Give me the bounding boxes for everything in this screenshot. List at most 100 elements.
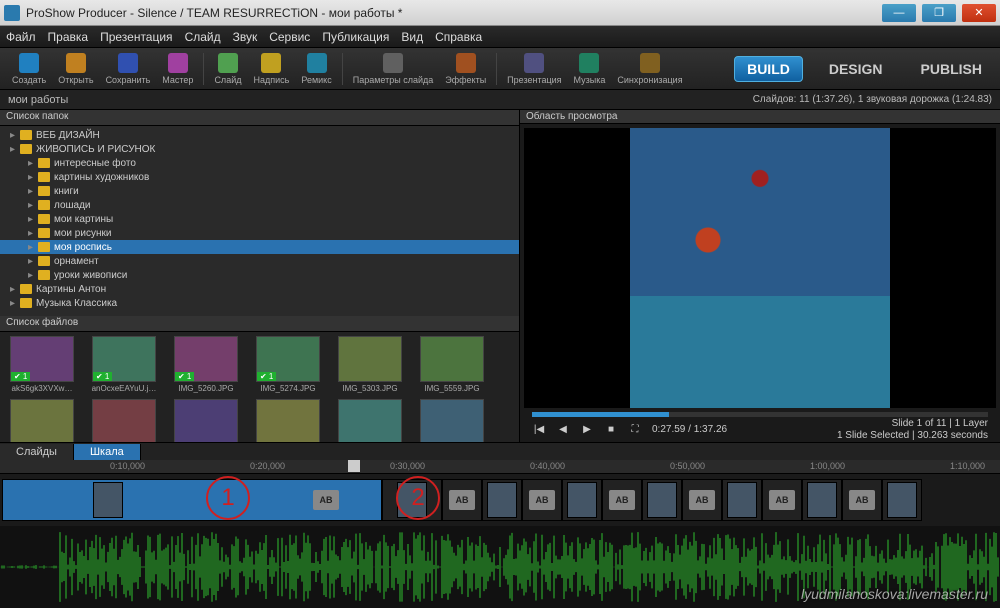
tree-item[interactable]: ▸ Музыка Классика bbox=[0, 296, 519, 310]
expand-icon[interactable]: ▸ bbox=[28, 158, 38, 169]
tree-label: Картины Антон bbox=[36, 284, 106, 295]
used-badge: ✔ 1 bbox=[257, 372, 276, 381]
tb-Открыть[interactable]: Открыть bbox=[52, 51, 99, 87]
expand-icon[interactable]: ▸ bbox=[28, 186, 38, 197]
expand-icon[interactable]: ▸ bbox=[28, 242, 38, 253]
stop-button[interactable]: ■ bbox=[604, 424, 618, 435]
clip-5[interactable]: AB bbox=[522, 479, 562, 521]
menu-publish[interactable]: Публикация bbox=[322, 30, 389, 44]
tb-Мастер[interactable]: Мастер bbox=[156, 51, 199, 87]
expand-icon[interactable]: ▸ bbox=[28, 172, 38, 183]
tree-item[interactable]: ▸ ЖИВОПИСЬ И РИСУНОК bbox=[0, 142, 519, 156]
menu-presentation[interactable]: Презентация bbox=[100, 30, 173, 44]
menu-slide[interactable]: Слайд bbox=[185, 30, 221, 44]
tree-item[interactable]: ▸ картины художников bbox=[0, 170, 519, 184]
close-button[interactable]: ✕ bbox=[962, 4, 996, 22]
file-thumb[interactable] bbox=[168, 399, 244, 442]
tree-item[interactable]: ▸ интересные фото bbox=[0, 156, 519, 170]
tb-Музыка[interactable]: Музыка bbox=[568, 51, 612, 87]
clip-4[interactable] bbox=[482, 479, 522, 521]
file-thumb[interactable]: ✔ 1 IMG_5260.JPG bbox=[168, 336, 244, 393]
folder-tree[interactable]: ▸ ВЕБ ДИЗАЙН ▸ ЖИВОПИСЬ И РИСУНОК ▸ инте… bbox=[0, 126, 519, 316]
clip-2[interactable] bbox=[382, 479, 442, 521]
play-button[interactable]: ▶ bbox=[580, 424, 594, 435]
tree-item[interactable]: ▸ мои картины bbox=[0, 212, 519, 226]
clip-9[interactable]: AB bbox=[682, 479, 722, 521]
tree-item[interactable]: ▸ ВЕБ ДИЗАЙН bbox=[0, 128, 519, 142]
transition-icon[interactable]: AB bbox=[313, 490, 339, 510]
tb-icon bbox=[456, 53, 476, 73]
clip-6[interactable] bbox=[562, 479, 602, 521]
expand-icon[interactable]: ▸ bbox=[28, 214, 38, 225]
file-thumb[interactable] bbox=[250, 399, 326, 442]
tb-Надпись[interactable]: Надпись bbox=[247, 51, 295, 87]
tree-item[interactable]: ▸ уроки живописи bbox=[0, 268, 519, 282]
tree-item[interactable]: ▸ моя роспись bbox=[0, 240, 519, 254]
clip-1[interactable]: AB bbox=[2, 479, 382, 521]
timeline-ruler[interactable]: 0:10,0000:20,0000:30,0000:40,0000:50,000… bbox=[0, 460, 1000, 474]
file-thumb[interactable]: IMG_5559.JPG bbox=[414, 336, 490, 393]
clip-14[interactable] bbox=[882, 479, 922, 521]
tb-Эффекты[interactable]: Эффекты bbox=[439, 51, 492, 87]
menu-file[interactable]: Файл bbox=[6, 30, 36, 44]
file-thumb[interactable]: IMG_5303.JPG bbox=[332, 336, 408, 393]
menu-service[interactable]: Сервис bbox=[269, 30, 310, 44]
back-button[interactable]: ◀ bbox=[556, 424, 570, 435]
tb-Параметры слайда[interactable]: Параметры слайда bbox=[347, 51, 440, 87]
selection-info: 1 Slide Selected | 30.263 seconds bbox=[837, 430, 988, 442]
tb-Презентация[interactable]: Презентация bbox=[501, 51, 567, 87]
file-thumb[interactable]: ✔ 1 anOcxeEAYuU.j… bbox=[86, 336, 162, 393]
file-thumb[interactable] bbox=[332, 399, 408, 442]
prev-button[interactable]: |◀ bbox=[532, 424, 546, 435]
mode-design[interactable]: DESIGN bbox=[817, 57, 895, 81]
menu-view[interactable]: Вид bbox=[401, 30, 423, 44]
file-grid[interactable]: ✔ 1 akS6gk3XVXw… ✔ 1 anOcxeEAYuU.j… ✔ 1 … bbox=[0, 332, 519, 442]
expand-icon[interactable]: ▸ bbox=[10, 284, 20, 295]
maximize-button[interactable]: ❐ bbox=[922, 4, 956, 22]
tree-item[interactable]: ▸ книги bbox=[0, 184, 519, 198]
menu-help[interactable]: Справка bbox=[435, 30, 482, 44]
file-thumb[interactable] bbox=[4, 399, 80, 442]
tb-icon bbox=[261, 53, 281, 73]
file-thumb[interactable]: ✔ 1 akS6gk3XVXw… bbox=[4, 336, 80, 393]
clip-3[interactable]: AB bbox=[442, 479, 482, 521]
mode-publish[interactable]: PUBLISH bbox=[909, 57, 994, 81]
tab-scale[interactable]: Шкала bbox=[74, 444, 141, 460]
tree-item[interactable]: ▸ орнамент bbox=[0, 254, 519, 268]
clip-13[interactable]: AB bbox=[842, 479, 882, 521]
mode-build[interactable]: BUILD bbox=[734, 56, 803, 82]
tree-label: ВЕБ ДИЗАЙН bbox=[36, 130, 100, 141]
tree-item[interactable]: ▸ мои рисунки bbox=[0, 226, 519, 240]
tb-Слайд[interactable]: Слайд bbox=[208, 51, 247, 87]
tb-Сохранить[interactable]: Сохранить bbox=[100, 51, 157, 87]
menu-edit[interactable]: Правка bbox=[48, 30, 89, 44]
expand-icon[interactable]: ▸ bbox=[28, 228, 38, 239]
clip-11[interactable]: AB bbox=[762, 479, 802, 521]
menu-sound[interactable]: Звук bbox=[233, 30, 258, 44]
clip-7[interactable]: AB bbox=[602, 479, 642, 521]
expand-icon[interactable]: ▸ bbox=[28, 200, 38, 211]
file-thumb[interactable] bbox=[414, 399, 490, 442]
file-thumb[interactable]: ✔ 1 IMG_5274.JPG bbox=[250, 336, 326, 393]
tab-slides[interactable]: Слайды bbox=[0, 444, 74, 460]
playhead[interactable] bbox=[348, 460, 360, 472]
fullscreen-button[interactable]: ⛶ bbox=[628, 424, 642, 435]
tree-item[interactable]: ▸ Картины Антон bbox=[0, 282, 519, 296]
expand-icon[interactable]: ▸ bbox=[28, 270, 38, 281]
expand-icon[interactable]: ▸ bbox=[10, 298, 20, 309]
clip-12[interactable] bbox=[802, 479, 842, 521]
timeline-track[interactable]: AB AB AB AB AB AB AB 1 2 bbox=[0, 474, 1000, 526]
clip-8[interactable] bbox=[642, 479, 682, 521]
expand-icon[interactable]: ▸ bbox=[10, 130, 20, 141]
minimize-button[interactable]: — bbox=[882, 4, 916, 22]
expand-icon[interactable]: ▸ bbox=[10, 144, 20, 155]
tb-Ремикс[interactable]: Ремикс bbox=[295, 51, 337, 87]
expand-icon[interactable]: ▸ bbox=[28, 256, 38, 267]
tb-icon bbox=[383, 53, 403, 73]
progress-bar[interactable] bbox=[532, 412, 988, 417]
tb-Создать[interactable]: Создать bbox=[6, 51, 52, 87]
tb-Синхронизация[interactable]: Синхронизация bbox=[611, 51, 688, 87]
clip-10[interactable] bbox=[722, 479, 762, 521]
file-thumb[interactable] bbox=[86, 399, 162, 442]
tree-item[interactable]: ▸ лошади bbox=[0, 198, 519, 212]
